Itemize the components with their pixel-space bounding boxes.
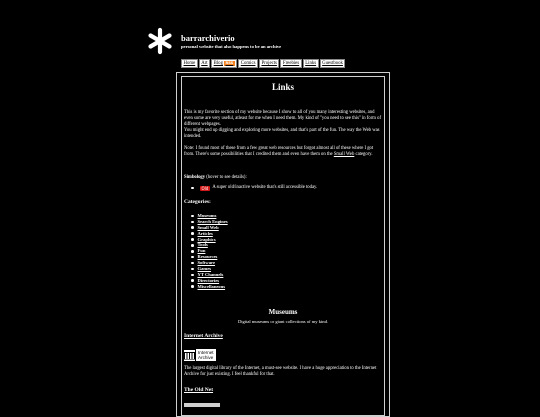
old-badge[interactable]: Old: [199, 185, 211, 191]
categories-list: Museums Search Engines Small Web Article…: [191, 213, 228, 290]
nav-blog[interactable]: Blog RSS: [211, 59, 238, 68]
nav-links[interactable]: Links: [302, 59, 319, 68]
asterisk-logo-icon[interactable]: [146, 27, 174, 55]
nav-projects[interactable]: Projects: [258, 59, 280, 68]
simbology-label: Simbology (hover to see details):: [184, 175, 247, 180]
simbology-item: Old A super old/inactive website that's …: [191, 185, 317, 191]
nav-home[interactable]: Home: [181, 59, 198, 68]
bullet-icon: [191, 186, 194, 190]
internet-archive-logo[interactable]: Internet Archive: [184, 349, 216, 361]
content-panel[interactable]: Links This is my favorite section of my …: [181, 76, 385, 416]
site-title[interactable]: barrarchiverio: [181, 33, 235, 43]
internet-archive-wordmark: Internet Archive: [196, 349, 216, 361]
museums-subtitle: Digital museums or giant collections of …: [237, 319, 329, 324]
small-web-link[interactable]: Small Web: [334, 152, 355, 157]
rss-icon[interactable]: RSS: [223, 61, 235, 66]
internet-archive-link[interactable]: Internet Archive: [184, 333, 223, 339]
site-tagline: personal website that also happens to be…: [181, 44, 282, 49]
old-net-banner[interactable]: [184, 403, 220, 407]
nav-freebies[interactable]: Freebies: [280, 59, 302, 68]
museums-heading: Museums: [268, 308, 298, 316]
nav-comics[interactable]: Comics: [238, 59, 258, 68]
intro-text: This is my favorite section of my websit…: [184, 110, 381, 157]
nav-guestbook[interactable]: Guestbook: [319, 59, 346, 68]
categories-heading: Categories:: [184, 199, 211, 205]
nav-art[interactable]: Art: [198, 59, 211, 68]
old-net-link[interactable]: The Old Net: [184, 387, 213, 393]
archive-building-icon: [184, 349, 195, 361]
internet-archive-description: The largest digital library of the Inter…: [184, 366, 377, 377]
page-title: Links: [271, 82, 295, 92]
page: barrarchiverio personal website that als…: [0, 0, 540, 417]
category-link[interactable]: Miscellaneous: [191, 284, 228, 290]
main-nav: Home Art Blog RSS Comics Projects Freebie…: [181, 59, 346, 68]
